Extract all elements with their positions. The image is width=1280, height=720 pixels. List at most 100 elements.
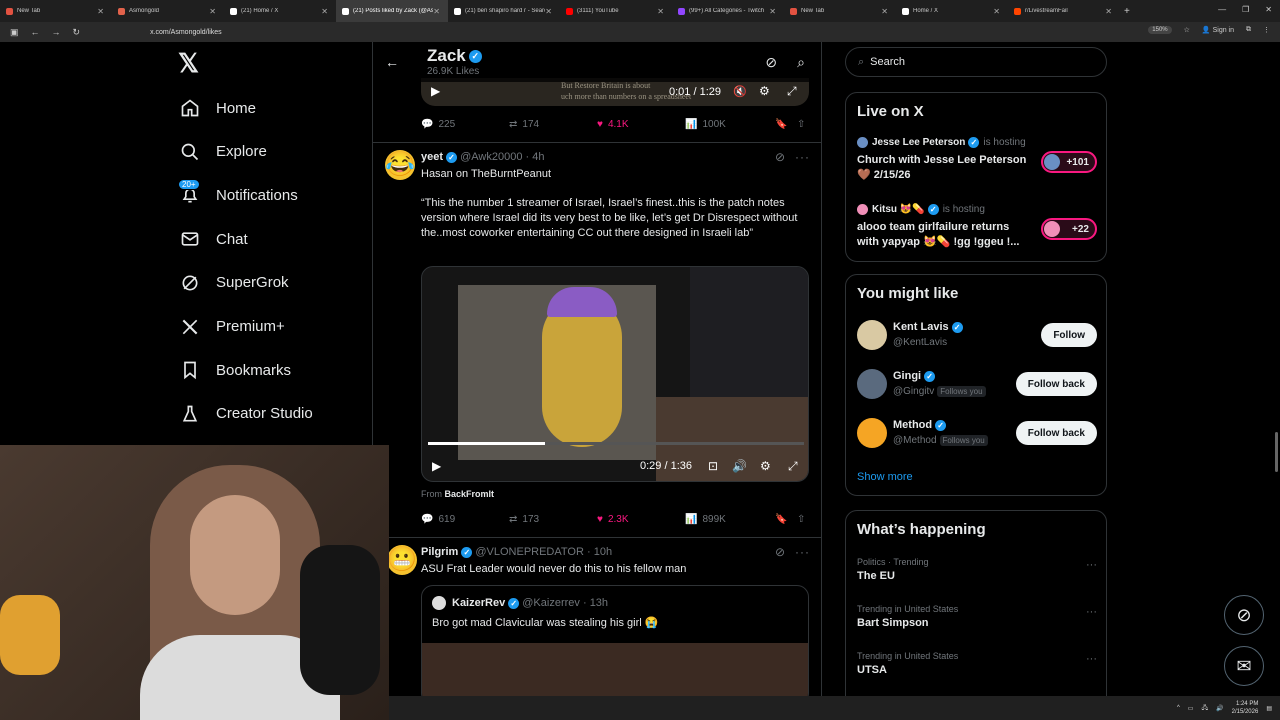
more-icon[interactable]: ···: [1086, 559, 1097, 571]
settings-icon[interactable]: ⚙: [759, 84, 770, 98]
more-icon[interactable]: ···: [795, 150, 810, 164]
video-player[interactable]: ▶ 0:29 / 1:36 ⊡ 🔊 ⚙ ⤢: [421, 266, 809, 482]
nav-item-bookmarks[interactable]: Bookmarks: [178, 355, 291, 385]
close-icon[interactable]: ✕: [209, 7, 216, 16]
nav-item-explore[interactable]: Explore: [178, 137, 267, 167]
close-icon[interactable]: ✕: [993, 7, 1000, 16]
live-listener-count[interactable]: +101: [1041, 151, 1097, 173]
views-button[interactable]: 📊 100K: [685, 119, 726, 130]
avatar[interactable]: 😬: [387, 545, 417, 575]
nav-item-home[interactable]: Home: [178, 93, 256, 123]
scrollbar[interactable]: [1275, 432, 1278, 472]
menu-icon[interactable]: ⋮: [1263, 26, 1270, 34]
browser-tab[interactable]: (99+) All Categories - Twitch ✕: [672, 0, 784, 22]
fullscreen-icon[interactable]: ⤢: [788, 459, 798, 474]
close-icon[interactable]: ✕: [1105, 7, 1112, 16]
avatar[interactable]: [857, 320, 887, 350]
trend-item[interactable]: Politics · Trending The EU ···: [857, 557, 1097, 582]
fullscreen-icon[interactable]: ⤢: [787, 84, 797, 99]
clock[interactable]: 1:24 PM 2/15/2026: [1232, 700, 1259, 716]
minimize-button[interactable]: —: [1218, 5, 1226, 14]
nav-item-notifications[interactable]: 20+ Notifications: [178, 179, 298, 210]
browser-tab[interactable]: Asmongold ✕: [112, 0, 224, 22]
trend-item[interactable]: Trending in United States Bart Simpson ···: [857, 604, 1097, 629]
notification-icon[interactable]: ▤: [1266, 705, 1272, 712]
star-icon[interactable]: ☆: [1184, 26, 1190, 34]
post-time[interactable]: · 10h: [587, 546, 612, 558]
close-icon[interactable]: ✕: [433, 7, 440, 16]
bookmark-icon[interactable]: 🔖: [775, 119, 787, 130]
nav-item-creator-studio[interactable]: Creator Studio: [178, 399, 313, 429]
forward-icon[interactable]: →: [52, 27, 61, 38]
suggested-account[interactable]: Method ✓ @Method Follows you Follow back: [857, 418, 1097, 454]
live-listener-count[interactable]: +22: [1041, 218, 1097, 240]
follow-button[interactable]: Follow back: [1015, 372, 1097, 396]
close-icon[interactable]: ✕: [321, 7, 328, 16]
sidebar-toggle-icon[interactable]: ▣: [10, 27, 19, 38]
close-icon[interactable]: ✕: [97, 7, 104, 16]
display-icon[interactable]: ▭: [1188, 705, 1194, 712]
search-icon[interactable]: ⌕: [797, 54, 805, 71]
share-icon[interactable]: ⇧: [797, 514, 805, 525]
back-icon[interactable]: ←: [31, 27, 40, 38]
volume-icon[interactable]: 🔊: [732, 459, 747, 473]
network-icon[interactable]: 🖧: [1201, 703, 1208, 713]
reply-button[interactable]: 💬 619: [421, 514, 455, 525]
trend-item[interactable]: Trending in United States UTSA ···: [857, 651, 1097, 676]
browser-tab[interactable]: New Tab ✕: [0, 0, 112, 22]
grok-fab-button[interactable]: ⊘: [1224, 595, 1264, 635]
close-icon[interactable]: ✕: [769, 7, 776, 16]
bookmark-icon[interactable]: 🔖: [775, 514, 787, 525]
live-item[interactable]: Jesse Lee Peterson ✓ is hosting Church with…: [857, 137, 1097, 187]
browser-tab[interactable]: New Tab ✕: [784, 0, 896, 22]
avatar[interactable]: 😂: [385, 150, 415, 180]
avatar[interactable]: [857, 418, 887, 448]
nav-item-supergrok[interactable]: SuperGrok: [178, 268, 289, 298]
search-input[interactable]: ⌕ Search: [845, 47, 1107, 77]
more-icon[interactable]: ···: [1086, 653, 1097, 665]
nav-item-chat[interactable]: Chat: [178, 224, 248, 254]
messages-fab-button[interactable]: ✉: [1224, 646, 1264, 686]
share-icon[interactable]: ⇧: [797, 119, 805, 130]
grok-icon[interactable]: ⊘: [775, 545, 786, 559]
views-button[interactable]: 📊 899K: [685, 514, 726, 525]
url-field[interactable]: x.com/Asmongold/likes: [150, 29, 222, 36]
maximize-button[interactable]: ❐: [1242, 5, 1249, 14]
browser-tab[interactable]: r/LivestreamFail ✕: [1008, 0, 1120, 22]
suggested-account[interactable]: Kent Lavis ✓ @KentLavis Follow: [857, 320, 1097, 356]
like-button[interactable]: ♥ 4.1K: [597, 119, 629, 130]
captions-icon[interactable]: ⊡: [708, 459, 718, 473]
repost-button[interactable]: ⇄ 173: [509, 514, 539, 525]
reload-icon[interactable]: ↻: [73, 27, 81, 38]
post-author[interactable]: Pilgrim ✓ @VLONEPREDATOR · 10h: [421, 546, 612, 558]
browser-tab[interactable]: (3111) YouTube ✕: [560, 0, 672, 22]
play-icon[interactable]: ▶: [432, 459, 441, 473]
grok-icon[interactable]: ⊘: [775, 150, 786, 164]
avatar[interactable]: [857, 369, 887, 399]
browser-tab[interactable]: (21) Home / X ✕: [224, 0, 336, 22]
volume-icon[interactable]: 🔊: [1216, 705, 1223, 712]
back-arrow-icon[interactable]: ←: [385, 54, 399, 70]
post-author[interactable]: yeet ✓ @Awk20000 · 4h: [421, 151, 544, 163]
play-icon[interactable]: ▶: [431, 84, 440, 98]
browser-tab[interactable]: Home / X ✕: [896, 0, 1008, 22]
extensions-icon[interactable]: ⧉: [1246, 26, 1251, 34]
tray-chevron-icon[interactable]: ^: [1177, 705, 1180, 711]
zoom-indicator[interactable]: 150%: [1148, 26, 1172, 34]
nav-item-premium[interactable]: Premium+: [178, 312, 285, 342]
settings-icon[interactable]: ⚙: [760, 459, 771, 473]
mute-icon[interactable]: 🔇: [733, 85, 747, 98]
suggested-account[interactable]: Gingi ✓ @Gingitv Follows you Follow back: [857, 369, 1097, 405]
x-logo[interactable]: 𝕏: [178, 50, 204, 76]
close-icon[interactable]: ✕: [881, 7, 888, 16]
post-time[interactable]: · 4h: [526, 151, 545, 163]
more-icon[interactable]: ···: [1086, 606, 1097, 618]
close-icon[interactable]: ✕: [545, 7, 552, 16]
live-item[interactable]: Kitsu 😻💊 ✓ is hosting alooo team girlfailur…: [857, 204, 1097, 254]
video-progress-track[interactable]: [428, 442, 804, 445]
like-button[interactable]: ♥ 2.3K: [597, 514, 629, 525]
close-window-button[interactable]: ✕: [1265, 5, 1272, 14]
show-more-link[interactable]: Show more: [857, 471, 913, 483]
profile-button[interactable]: 👤 Sign in: [1202, 26, 1234, 34]
follow-button[interactable]: Follow: [1041, 323, 1097, 347]
